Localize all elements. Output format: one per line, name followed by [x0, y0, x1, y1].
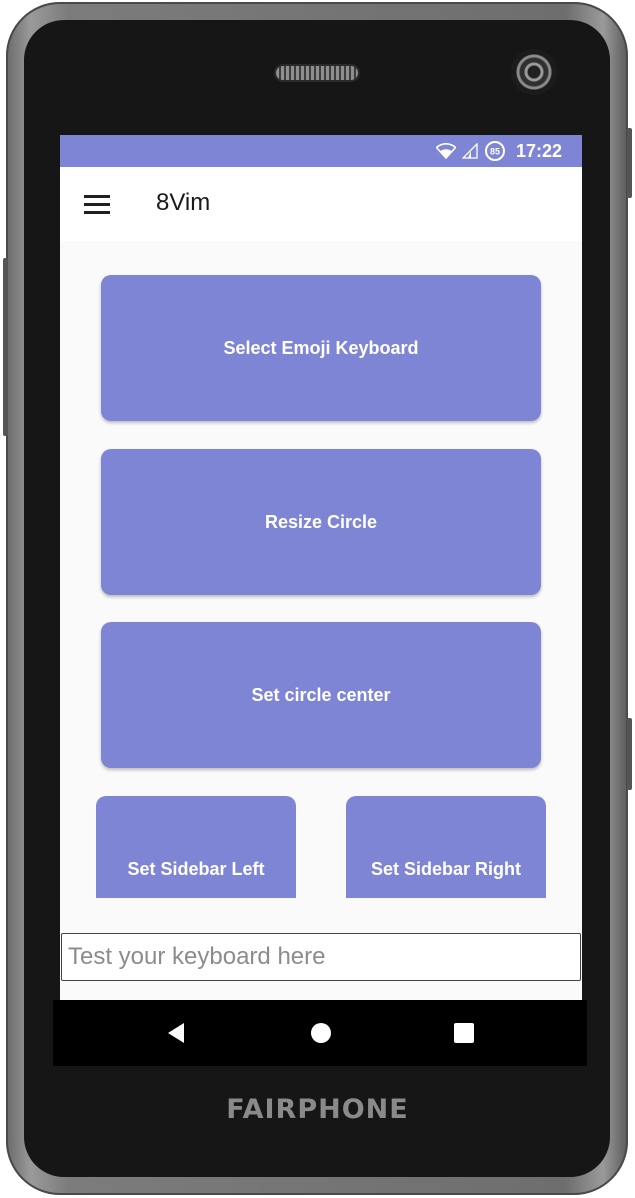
- signal-icon: [461, 143, 478, 159]
- device-brand-logo: FAIRPHONE: [226, 1094, 409, 1125]
- wifi-icon: [435, 143, 456, 159]
- home-icon[interactable]: [306, 1018, 336, 1048]
- power-button: [627, 128, 632, 198]
- recents-icon[interactable]: [449, 1018, 479, 1048]
- app-title: 8Vim: [156, 189, 211, 216]
- volume-button: [3, 258, 8, 436]
- keyboard-test-input[interactable]: [61, 933, 581, 981]
- resize-circle-button[interactable]: Resize Circle: [101, 449, 541, 595]
- battery-icon: 85: [484, 140, 506, 162]
- set-sidebar-right-button[interactable]: Set Sidebar Right: [346, 796, 546, 898]
- set-sidebar-left-button[interactable]: Set Sidebar Left: [96, 796, 296, 898]
- status-time: 17:22: [515, 140, 562, 161]
- screen: 85 17:22 8Vim Select Emoji Keyboard Resi…: [60, 135, 582, 1000]
- earpiece-speaker: [276, 66, 358, 80]
- back-icon[interactable]: [161, 1018, 191, 1048]
- app-bar: 8Vim: [60, 167, 582, 241]
- front-camera-icon: [511, 49, 557, 95]
- navigation-bar: [53, 1000, 587, 1066]
- status-bar: 85 17:22: [60, 135, 582, 167]
- set-circle-center-button[interactable]: Set circle center: [101, 622, 541, 768]
- hamburger-menu-icon[interactable]: [84, 195, 110, 215]
- select-emoji-keyboard-button[interactable]: Select Emoji Keyboard: [101, 275, 541, 421]
- camera-button: [627, 718, 632, 790]
- svg-text:85: 85: [490, 147, 500, 157]
